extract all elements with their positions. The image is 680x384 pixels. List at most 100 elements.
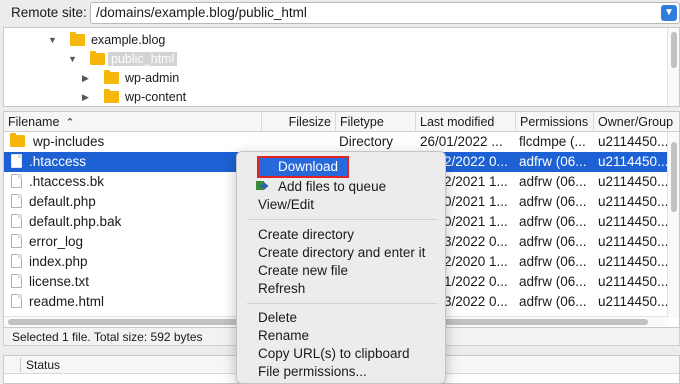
column-header-filesize[interactable]: Filesize bbox=[262, 112, 336, 132]
expanded-arrow-icon[interactable]: ▼ bbox=[48, 35, 58, 45]
menu-item-label: File permissions... bbox=[258, 364, 367, 379]
menu-item-view-edit[interactable]: View/Edit bbox=[258, 196, 314, 214]
add-to-queue-icon bbox=[256, 181, 269, 190]
owner-cell: u2114450... bbox=[598, 154, 669, 169]
tree-item-label: example.blog bbox=[91, 33, 166, 47]
tree-item-example-blog[interactable]: ▼ example.blog bbox=[48, 30, 165, 50]
owner-cell: u2114450... bbox=[598, 274, 669, 289]
menu-item-label: Rename bbox=[258, 328, 310, 343]
modified-cell: 1/2022 0... bbox=[444, 274, 508, 289]
file-list-header: Filename ⌃ Filesize Filetype Last modifie… bbox=[4, 112, 679, 132]
menu-item-file-permissions[interactable]: File permissions... bbox=[258, 363, 367, 381]
modified-cell: 2/2021 1... bbox=[444, 174, 508, 189]
permissions-cell: flcdmpe (... bbox=[519, 134, 586, 149]
permissions-cell: adfrw (06... bbox=[519, 254, 587, 269]
collapsed-arrow-icon[interactable]: ▶ bbox=[82, 92, 92, 103]
owner-cell: u2114450... bbox=[598, 194, 669, 209]
divider bbox=[20, 358, 21, 372]
permissions-cell: adfrw (06... bbox=[519, 154, 587, 169]
file-icon bbox=[11, 214, 22, 228]
chevron-down-icon[interactable]: ▼ bbox=[661, 5, 677, 21]
tree-item-wp-content[interactable]: ▶ wp-content bbox=[82, 87, 186, 106]
file-icon bbox=[11, 294, 22, 308]
menu-item-label: Delete bbox=[258, 310, 298, 325]
file-icon bbox=[11, 234, 22, 248]
column-header-status[interactable]: Status bbox=[26, 356, 60, 374]
column-label: Owner/Group bbox=[598, 115, 674, 129]
column-label: Filename bbox=[8, 115, 60, 129]
file-name: default.php bbox=[29, 194, 96, 209]
menu-item-refresh[interactable]: Refresh bbox=[258, 280, 305, 298]
column-header-filename[interactable]: Filename ⌃ bbox=[4, 112, 262, 132]
tree-item-public-html[interactable]: ▼ public_html bbox=[68, 49, 178, 69]
modified-cell: 2/2020 1... bbox=[444, 254, 508, 269]
column-label: Last modified bbox=[420, 115, 495, 129]
filename-cell: default.php.bak bbox=[11, 212, 121, 232]
column-label: Filesize bbox=[288, 115, 331, 129]
permissions-cell: adfrw (06... bbox=[519, 214, 587, 229]
column-header-permissions[interactable]: Permissions bbox=[516, 112, 594, 132]
remote-site-bar: Remote site: /domains/example.blog/publi… bbox=[0, 0, 680, 27]
remote-site-label: Remote site: bbox=[11, 5, 87, 20]
scrollbar-thumb[interactable] bbox=[671, 32, 677, 68]
filename-cell: .htaccess.bk bbox=[11, 172, 104, 192]
permissions-cell: adfrw (06... bbox=[519, 274, 587, 289]
column-header-owner-group[interactable]: Owner/Group bbox=[594, 112, 679, 132]
menu-item-create-directory[interactable]: Create directory bbox=[258, 226, 354, 244]
file-icon bbox=[11, 174, 22, 188]
menu-item-create-new-file[interactable]: Create new file bbox=[258, 262, 348, 280]
owner-cell: u2114450... bbox=[598, 294, 669, 309]
remote-directory-tree[interactable]: ▼ example.blog ▼ public_html ▶ wp-admin … bbox=[3, 27, 680, 107]
permissions-cell: adfrw (06... bbox=[519, 294, 587, 309]
menu-item-label: View/Edit bbox=[258, 197, 315, 212]
modified-cell: 2/2022 0... bbox=[444, 154, 508, 169]
modified-cell: 3/2022 0... bbox=[444, 234, 508, 249]
folder-icon bbox=[10, 133, 25, 147]
owner-cell: u2114450... bbox=[598, 174, 669, 189]
owner-cell: u2114450... bbox=[598, 254, 669, 269]
menu-item-download[interactable]: Download bbox=[257, 156, 349, 178]
owner-cell: u2114450... bbox=[598, 134, 669, 149]
folder-icon bbox=[70, 32, 85, 46]
filename-cell: readme.html bbox=[11, 292, 104, 312]
file-list-vertical-scrollbar[interactable] bbox=[667, 132, 679, 318]
menu-item-create-directory-and-enter[interactable]: Create directory and enter it bbox=[258, 244, 425, 262]
file-icon bbox=[11, 154, 22, 168]
tree-scrollbar[interactable] bbox=[667, 28, 679, 106]
expanded-arrow-icon[interactable]: ▼ bbox=[68, 54, 78, 64]
file-icon bbox=[11, 274, 22, 288]
selection-info-text: Selected 1 file. Total size: 592 bytes bbox=[12, 330, 203, 344]
file-name: default.php.bak bbox=[29, 214, 122, 229]
column-label: Filetype bbox=[340, 115, 384, 129]
menu-item-rename[interactable]: Rename bbox=[258, 327, 309, 345]
collapsed-arrow-icon[interactable]: ▶ bbox=[82, 73, 92, 84]
table-row[interactable]: wp-includes Directory 26/01/2022 ... flc… bbox=[4, 132, 668, 152]
permissions-cell: adfrw (06... bbox=[519, 174, 587, 189]
modified-cell: 0/2021 1... bbox=[444, 194, 508, 209]
file-name: .htaccess.bk bbox=[29, 174, 105, 189]
column-header-last-modified[interactable]: Last modified bbox=[416, 112, 516, 132]
menu-item-add-files-to-queue[interactable]: Add files to queue bbox=[256, 178, 386, 196]
owner-cell: u2114450... bbox=[598, 234, 669, 249]
file-name: wp-includes bbox=[33, 134, 105, 149]
folder-icon bbox=[104, 70, 119, 84]
filename-cell: wp-includes bbox=[10, 132, 104, 152]
remote-path-combobox[interactable]: /domains/example.blog/public_html ▼ bbox=[90, 2, 680, 24]
menu-item-copy-url[interactable]: Copy URL(s) to clipboard bbox=[258, 345, 410, 363]
file-name: license.txt bbox=[29, 274, 90, 289]
folder-icon bbox=[104, 89, 119, 103]
column-header-filetype[interactable]: Filetype bbox=[336, 112, 416, 132]
menu-item-label: Create new file bbox=[258, 263, 349, 278]
filename-cell: index.php bbox=[11, 252, 88, 272]
filename-cell: .htaccess bbox=[11, 152, 86, 172]
menu-item-label: Create directory and enter it bbox=[258, 245, 426, 260]
tree-item-wp-admin[interactable]: ▶ wp-admin bbox=[82, 68, 179, 88]
file-name: readme.html bbox=[29, 294, 105, 309]
highlight-annotation-box bbox=[257, 156, 349, 178]
context-menu: Download Add files to queue View/Edit Cr… bbox=[236, 151, 446, 384]
scrollbar-thumb[interactable] bbox=[671, 142, 677, 212]
menu-item-label: Create directory bbox=[258, 227, 355, 242]
menu-item-delete[interactable]: Delete bbox=[258, 309, 297, 327]
permissions-cell: adfrw (06... bbox=[519, 234, 587, 249]
column-label: Permissions bbox=[520, 115, 589, 129]
